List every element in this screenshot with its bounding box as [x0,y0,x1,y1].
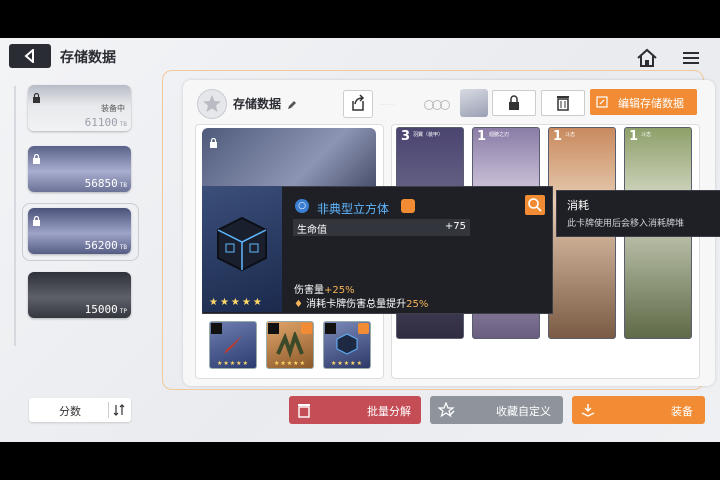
item-stars: ★★★★★ [209,297,264,308]
card-name: 翅膀之刃 [489,132,510,138]
item-stars: ★★★★★ [217,360,249,367]
back-button[interactable] [9,44,51,68]
bullet-icon: ♦ [294,299,307,310]
slot-4[interactable]: 15000 TP [28,272,131,318]
link-icon [423,96,451,115]
slot-status: 装备中 [101,104,125,113]
edit-storage-label: 编辑存储数据 [618,97,684,110]
equip-label: 装备 [671,405,693,418]
lock-icon [32,149,41,168]
equipped-item[interactable]: ★★★★★ [209,321,257,369]
slot-2[interactable]: 56850 TB [28,146,131,192]
share-icon [352,94,365,111]
effect-value: 25% [406,299,429,310]
custom-favorite-button[interactable]: 收藏自定义 [430,396,563,424]
sort-button[interactable]: 分数 [29,398,131,422]
slot-3[interactable]: 56200 TB [28,208,131,254]
custom-favorite-label: 收藏自定义 [496,405,551,418]
slot-rail [14,86,16,346]
edit-icon [596,96,608,108]
search-button[interactable] [525,195,545,215]
slot-capacity: 61100 TB [84,116,127,129]
stat-value: +75 [444,221,466,232]
flame-icon [401,199,415,213]
keyword-text: 此卡牌使用后会移入消耗牌堆 [567,219,685,229]
home-icon [637,48,657,67]
ring-icon: ○ [295,199,309,213]
home-button[interactable] [636,48,658,68]
item-stars: ★★★★★ [331,360,363,367]
character-avatar[interactable] [460,89,488,117]
stat-row: 生命值 +75 [293,219,470,236]
edit-name-icon[interactable] [287,95,297,114]
card-cost: 1 [629,129,639,144]
card-name: 羽翼（装甲） [413,132,444,138]
card-name: 斗志 [641,132,652,138]
item-name: 非典型立方体 [317,202,390,216]
claw-icon [276,332,304,358]
effect-line-1: 伤害量+25% [294,281,355,296]
star-edit-icon [438,402,455,418]
equip-button[interactable]: 装备 [572,396,705,424]
card-cost: 3 [401,129,411,144]
card-name: 斗志 [565,132,576,138]
storage-title: 存储数据 [233,97,282,111]
lock-icon [32,211,41,230]
decor-text: · · · · · · [380,102,394,107]
cube-icon [217,216,267,272]
equipped-item[interactable]: ★★★★★ [323,321,371,369]
equip-icon [581,404,595,417]
lock-icon [209,133,218,152]
lock-icon [509,95,519,110]
slot-1[interactable]: 装备中 61100 TB [28,85,131,131]
effect-line-2: ♦ 消耗卡牌伤害总量提升25% [294,295,428,310]
equipped-item[interactable]: ★★★★★ [266,321,314,369]
divider [108,402,109,418]
item-stars: ★★★★★ [274,360,306,367]
storage-screen: 存储数据 装备中 61100 TB 56850 TB 56200 TB 15000 TP… [0,38,720,442]
batch-dismantle-label: 批量分解 [367,405,411,418]
sort-label: 分数 [59,405,81,418]
menu-button[interactable] [681,48,701,68]
sort-order-icon[interactable] [113,404,125,416]
page-title: 存储数据 [60,50,116,66]
card-cost: 1 [553,129,563,144]
edit-storage-button[interactable]: 编辑存储数据 [590,89,697,115]
cube-icon [336,333,358,355]
lock-button[interactable] [492,90,536,116]
search-icon [528,198,542,212]
lock-icon [32,88,41,107]
blade-icon [224,335,242,354]
back-arrow-icon [24,49,34,63]
keyword-title: 消耗 [567,199,589,212]
trash-icon [298,404,310,418]
slot-capacity: 15000 TP [84,303,127,316]
card-cost: 1 [477,129,487,144]
delete-button[interactable] [541,90,585,116]
stat-label: 生命值 [297,225,327,236]
batch-dismantle-button[interactable]: 批量分解 [289,396,421,424]
effect-label: 消耗卡牌伤害总量提升 [306,299,407,310]
slot-capacity: 56200 TB [84,239,127,252]
storage-badge-icon [197,89,227,119]
item-image [202,186,282,312]
slot-capacity: 56850 TB [84,177,127,190]
share-button[interactable] [343,90,373,118]
flame-icon [358,323,369,334]
menu-icon [683,52,699,64]
trash-icon [557,96,569,111]
